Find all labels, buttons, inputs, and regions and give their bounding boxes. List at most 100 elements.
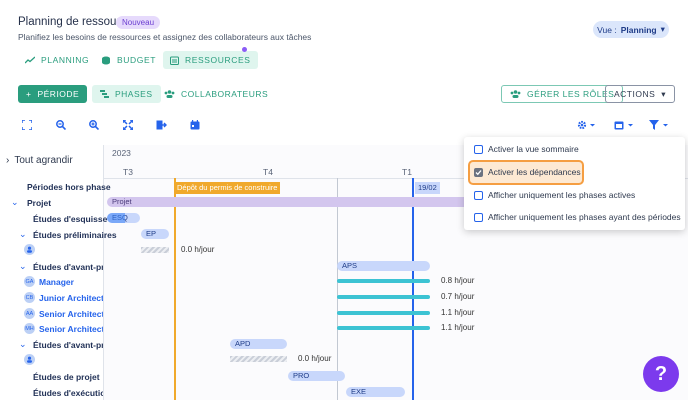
unassigned-load [230, 356, 287, 362]
calendar-list-icon [170, 56, 179, 65]
caret-down-icon: ▾ [661, 88, 667, 99]
gantt-bar[interactable]: EP [141, 229, 169, 239]
view-label: Vue : [597, 24, 617, 35]
person-name: Senior Architect [39, 309, 103, 319]
export-icon[interactable] [155, 119, 167, 130]
gantt-bar[interactable]: APS [337, 261, 430, 271]
plus-icon: + [26, 89, 32, 99]
avatar: GA [24, 276, 35, 287]
expand-all-toggle[interactable]: › Tout agrandir [6, 155, 73, 166]
unassigned-load [141, 247, 169, 253]
fit-screen-icon[interactable] [21, 119, 33, 130]
menu-item-summary[interactable]: Activer la vue sommaire [474, 144, 579, 154]
tab-planning-label: PLANNING [41, 55, 90, 65]
actions-button[interactable]: ACTIONS ▾ [605, 85, 676, 103]
notification-dot [242, 47, 247, 52]
resource-load-bar[interactable] [337, 279, 430, 283]
quarter-label: T3 [123, 167, 133, 177]
manage-roles-label: GÉRER LES RÔLES [527, 89, 615, 99]
chevron-down-icon[interactable]: ⌄ [19, 229, 27, 240]
menu-item-label: Afficher uniquement les phases ayant des… [488, 212, 681, 222]
bar-progress [107, 213, 125, 223]
row-label: Études d'exécution [33, 388, 103, 398]
chevron-down-icon[interactable]: ⌄ [19, 339, 27, 350]
page-subtitle: Planifiez les besoins de ressources et a… [18, 32, 312, 42]
menu-item-phases-with-periods[interactable]: Afficher uniquement les phases ayant des… [474, 212, 681, 222]
row-label: Études d'avant-projet définitif [33, 340, 103, 350]
row-label: Périodes hors phase [27, 182, 111, 192]
resource-load-bar[interactable] [337, 311, 430, 315]
checkbox[interactable] [474, 144, 483, 154]
chevron-down-icon[interactable]: ⌄ [19, 261, 27, 272]
menu-item-label: Afficher uniquement les phases actives [488, 190, 636, 200]
settings-menu-icon[interactable] [577, 119, 597, 130]
resource-load-bar[interactable] [337, 295, 430, 299]
actions-label: ACTIONS [614, 89, 656, 99]
tab-budget-label: BUDGET [117, 55, 157, 65]
tab-planning[interactable]: PLANNING [18, 51, 96, 69]
avatar: AA [24, 308, 35, 319]
row-label: Projet [27, 198, 52, 208]
today-line [412, 178, 414, 400]
new-badge: Nouveau [116, 16, 161, 29]
chevron-down-icon[interactable]: ⌄ [11, 197, 19, 208]
row-label: Études d'avant-projet sommaire [33, 262, 103, 272]
checkbox[interactable] [474, 212, 483, 222]
gantt-bar[interactable]: APD [230, 339, 287, 349]
hours-per-day: 1.1 h/jour [441, 323, 475, 332]
user-icon [24, 244, 35, 255]
expand-arrows-icon[interactable] [122, 119, 134, 130]
view-value: Planning [620, 24, 657, 35]
hours-per-day: 1.1 h/jour [441, 308, 475, 317]
caret-down-icon: ▾ [660, 24, 665, 34]
quarter-divider [337, 178, 338, 400]
checkbox-checked[interactable] [474, 167, 483, 177]
menu-item-label: Activer les dépendances [488, 167, 581, 177]
add-period-button[interactable]: + PÉRIODE [18, 85, 88, 103]
expand-all-label: Tout agrandir [14, 155, 73, 166]
users-icon [164, 90, 175, 98]
avatar: MH [24, 323, 35, 334]
coins-icon [101, 56, 111, 65]
view-select-button[interactable]: Vue : Planning ▾ [593, 21, 669, 38]
zoom-in-icon[interactable] [88, 119, 100, 130]
resource-load-bar[interactable] [337, 326, 430, 330]
hours-per-day: 0.8 h/jour [441, 276, 475, 285]
phases-label: PHASES [115, 89, 153, 99]
calendar-today-icon[interactable] [189, 119, 201, 130]
gantt-bar[interactable]: EXE [346, 387, 405, 397]
menu-item-label: Activer la vue sommaire [488, 144, 579, 154]
milestone-label[interactable]: Dépôt du permis de construire [174, 182, 281, 194]
hours-per-day: 0.0 h/jour [298, 354, 332, 363]
user-icon [24, 354, 35, 365]
users-icon [510, 90, 521, 98]
phases-icon [100, 90, 109, 98]
add-period-label: PÉRIODE [37, 89, 80, 99]
zoom-out-icon[interactable] [55, 119, 67, 130]
gantt-bar[interactable]: PRO [288, 371, 345, 381]
filter-menu-icon[interactable] [649, 119, 671, 130]
row-label: Études préliminaires [33, 230, 117, 240]
phases-button[interactable]: PHASES [92, 85, 161, 103]
menu-item-active-phases[interactable]: Afficher uniquement les phases actives [474, 190, 635, 200]
checkbox[interactable] [474, 190, 483, 200]
tab-budget[interactable]: BUDGET [94, 51, 163, 69]
quarter-label: T4 [263, 167, 273, 177]
row-label: Études de projet [33, 372, 100, 382]
help-button[interactable]: ? [643, 356, 679, 392]
chevron-right-icon: › [6, 155, 10, 166]
person-name: Manager [39, 277, 74, 287]
year-label: 2023 [112, 148, 131, 158]
tab-ressources-label: RESSOURCES [185, 55, 251, 65]
collaborators-button[interactable]: COLLABORATEURS [156, 85, 276, 103]
hours-per-day: 0.0 h/jour [181, 245, 215, 254]
milestone-line [174, 178, 176, 400]
hours-per-day: 0.7 h/jour [441, 292, 475, 301]
settings-dropdown: Activer la vue sommaire Activer les dépe… [464, 137, 685, 230]
calendar-menu-icon[interactable] [614, 119, 636, 130]
tab-ressources[interactable]: RESSOURCES [163, 51, 258, 69]
today-label: 19/02 [415, 182, 440, 194]
menu-item-dependencies[interactable]: Activer les dépendances [474, 167, 581, 177]
trend-icon [25, 56, 35, 64]
person-name: Senior Architect [39, 324, 103, 334]
